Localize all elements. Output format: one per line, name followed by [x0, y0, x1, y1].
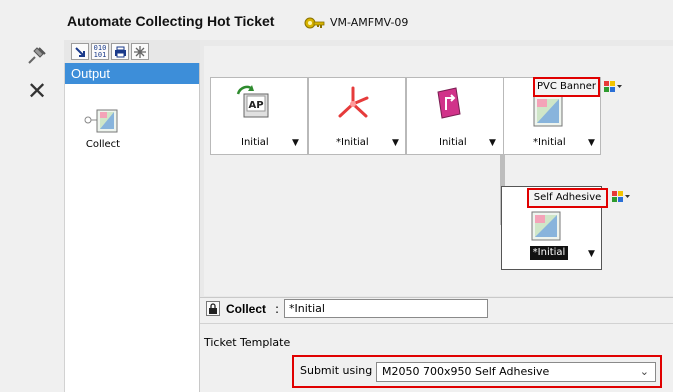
ticket-template-heading: Ticket Template — [204, 336, 291, 349]
color-palette-icon[interactable] — [603, 80, 623, 94]
label-separator: : — [275, 302, 280, 316]
node-state-label: Initial — [241, 137, 269, 148]
collect-icon[interactable] — [84, 106, 120, 136]
node-state-label: Initial — [439, 137, 467, 148]
chevron-down-icon[interactable]: ▼ — [292, 138, 299, 148]
ticket-template-select[interactable]: M2050 700x950 Self Adhesive ⌄ — [376, 362, 656, 382]
printer-icon[interactable] — [111, 43, 129, 60]
chevron-down-icon[interactable]: ⌄ — [640, 363, 649, 381]
palette-item-collect-label: Collect — [85, 139, 121, 150]
spark-icon[interactable] — [131, 43, 149, 60]
submit-using-label: Submit using — [300, 364, 373, 377]
ripper-icon[interactable] — [334, 86, 372, 120]
element-palette — [64, 40, 200, 392]
collect-icon[interactable] — [528, 210, 566, 244]
media-tag-pvc-banner[interactable]: PVC Banner — [533, 77, 600, 97]
routing-icon[interactable] — [430, 86, 468, 120]
unpin-icon[interactable] — [24, 44, 50, 66]
lock-icon[interactable] — [206, 301, 220, 316]
chevron-down-icon[interactable]: ▼ — [489, 138, 496, 148]
chevron-down-icon[interactable]: ▼ — [392, 138, 399, 148]
node-state-label: *Initial — [336, 137, 369, 148]
close-icon[interactable]: ✕ — [24, 79, 50, 103]
binary-icon[interactable]: 010 101 — [91, 43, 109, 60]
chevron-down-icon[interactable]: ▼ — [588, 138, 595, 148]
ticket-template-selected-value: M2050 700x950 Self Adhesive — [382, 365, 550, 378]
chevron-down-icon[interactable]: ▼ — [588, 249, 595, 259]
svg-text:AP: AP — [248, 100, 263, 111]
ap-import-icon[interactable]: AP — [234, 84, 272, 118]
hotfolder-key-icon — [304, 15, 326, 31]
page-title: Automate Collecting Hot Ticket — [67, 13, 275, 29]
color-palette-icon[interactable] — [611, 190, 631, 204]
output-section-header[interactable]: Output — [65, 63, 199, 84]
collect-icon[interactable] — [530, 94, 568, 128]
node-name-input[interactable]: *Initial — [284, 299, 488, 318]
node-state-label-selected[interactable]: *Initial — [530, 246, 568, 260]
route-icon[interactable] — [71, 43, 89, 60]
media-tag-self-adhesive[interactable]: Self Adhesive — [527, 188, 608, 208]
collect-label: Collect — [226, 302, 267, 316]
hotfolder-id: VM-AMFMV-09 — [330, 16, 409, 29]
node-state-label: *Initial — [533, 137, 566, 148]
